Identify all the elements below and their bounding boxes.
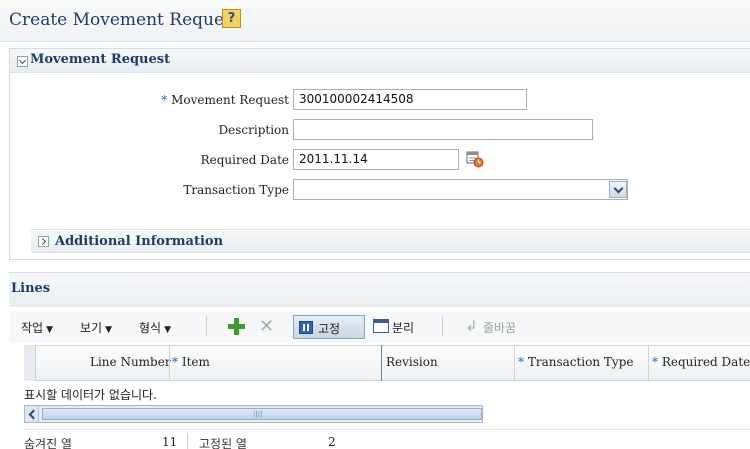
horizontal-scrollbar[interactable]: |||| bbox=[24, 405, 483, 423]
row-selector-header bbox=[24, 345, 36, 381]
movement-request-header[interactable]: Movement Request bbox=[10, 49, 750, 73]
freeze-label: 고정 bbox=[318, 322, 341, 336]
footer-separator bbox=[187, 433, 188, 449]
column-divider bbox=[514, 345, 515, 381]
toolbar-separator bbox=[442, 316, 443, 336]
page-header: Create Movement Request ? bbox=[0, 0, 750, 42]
actions-menu[interactable]: 작업 ▼ bbox=[21, 319, 53, 336]
lines-section-title: Lines bbox=[11, 281, 51, 296]
scrollbar-grip: |||| bbox=[253, 410, 263, 418]
movement-request-label: * Movement Request bbox=[161, 93, 289, 107]
detach-label[interactable]: 분리 bbox=[392, 319, 414, 336]
freeze-button[interactable]: 고정 bbox=[293, 315, 365, 339]
delete-icon[interactable]: ✕ bbox=[259, 316, 274, 337]
column-header-line-number[interactable]: Line Number bbox=[90, 355, 171, 369]
format-menu[interactable]: 형식 ▼ bbox=[139, 319, 171, 336]
description-label: Description bbox=[218, 123, 289, 137]
scrollbar-thumb[interactable]: |||| bbox=[42, 408, 482, 420]
column-header-required-date[interactable]: * Required Date bbox=[652, 355, 750, 369]
chevron-down-icon[interactable] bbox=[609, 181, 627, 198]
lines-toolbar: 작업 ▼ 보기 ▼ 형식 ▼ ✕ 고정 분리 ↲ 줄바꿈 bbox=[9, 311, 750, 343]
toolbar-separator bbox=[206, 316, 207, 336]
column-divider bbox=[648, 345, 649, 381]
transaction-type-select[interactable] bbox=[293, 179, 628, 200]
frozen-column-divider bbox=[381, 345, 382, 381]
movement-request-input[interactable]: 300100002414508 bbox=[293, 89, 527, 110]
lines-header: Lines bbox=[9, 273, 750, 307]
detach-icon[interactable] bbox=[373, 319, 389, 333]
help-icon[interactable]: ? bbox=[222, 9, 241, 28]
empty-table-message: 표시할 데이터가 없습니다. bbox=[24, 388, 157, 402]
transaction-type-label: Transaction Type bbox=[183, 183, 289, 197]
frozen-columns-count: 2 bbox=[328, 435, 336, 449]
column-header-item[interactable]: * Item bbox=[172, 355, 210, 369]
column-divider bbox=[169, 345, 170, 381]
additional-information-header[interactable]: Additional Information bbox=[31, 229, 750, 253]
hidden-columns-count[interactable]: 11 bbox=[162, 435, 177, 449]
additional-information-title: Additional Information bbox=[55, 234, 224, 249]
calendar-icon[interactable] bbox=[466, 150, 484, 168]
hidden-columns-label: 숨겨진 열 bbox=[24, 437, 72, 449]
collapse-chevron-icon[interactable] bbox=[17, 56, 28, 67]
expand-chevron-icon[interactable] bbox=[38, 236, 49, 247]
view-menu[interactable]: 보기 ▼ bbox=[80, 319, 112, 336]
required-date-label: Required Date bbox=[200, 153, 289, 167]
movement-request-section-title: Movement Request bbox=[30, 52, 171, 67]
wrap-label[interactable]: 줄바꿈 bbox=[483, 319, 516, 336]
frozen-columns-label: 고정된 열 bbox=[199, 437, 247, 449]
required-date-input[interactable]: 2011.11.14 bbox=[293, 149, 459, 170]
column-header-transaction-type[interactable]: * Transaction Type bbox=[518, 355, 633, 369]
scroll-left-icon[interactable] bbox=[25, 406, 39, 422]
wrap-icon[interactable]: ↲ bbox=[465, 317, 478, 335]
column-header-revision[interactable]: Revision bbox=[386, 355, 438, 369]
add-icon[interactable] bbox=[228, 318, 245, 335]
table-footer: 숨겨진 열 11 고정된 열 2 bbox=[24, 429, 750, 449]
description-input[interactable] bbox=[293, 119, 593, 140]
freeze-columns-icon bbox=[299, 321, 313, 334]
page-title: Create Movement Request bbox=[9, 10, 240, 30]
